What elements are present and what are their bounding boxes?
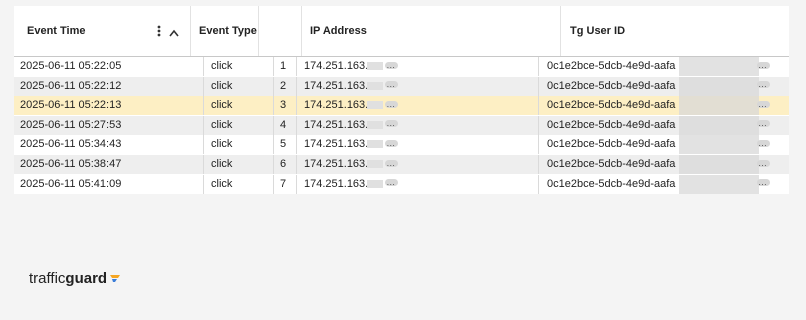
redacted-ip-block — [367, 140, 384, 149]
more-icon[interactable] — [757, 95, 770, 114]
cell-event-type: click — [211, 99, 233, 112]
cell-user-id-more — [755, 95, 770, 115]
cell-user-id-more — [755, 56, 770, 76]
cell-user-id-more — [755, 173, 770, 194]
cell-event-time: 2025-06-11 05:38:47 — [20, 158, 122, 170]
table-row[interactable]: 2025-06-11 05:38:47 click 6 174.251.163. 0c1… — [14, 154, 789, 174]
table-row[interactable]: 2025-06-11 05:34:43 click 5 174.251.163. 0c1… — [14, 134, 789, 155]
ip-text: 174.251.163. — [304, 118, 369, 131]
more-icon[interactable] — [757, 114, 770, 133]
logo-text-light: traffic — [29, 270, 66, 287]
cell-tg-user-id: 0c1e2bce-5dcb-4e9d-aafa — [547, 138, 676, 151]
sort-ascending-icon[interactable] — [169, 24, 179, 42]
cell-ip-address: 174.251.163. — [304, 114, 399, 135]
table-header: Event Time Event Type IP Address Tg User… — [14, 6, 789, 57]
cell-event-type: click — [211, 79, 233, 92]
more-icon[interactable] — [385, 154, 399, 173]
more-icon[interactable] — [757, 173, 770, 192]
more-icon[interactable] — [385, 56, 399, 75]
ip-text: 174.251.163. — [304, 99, 369, 112]
cell-ip-address: 174.251.163. — [304, 56, 399, 76]
cell-event-time: 2025-06-11 05:41:09 — [20, 177, 122, 190]
cell-row-number: 2 — [280, 79, 287, 92]
redacted-ip-block — [367, 101, 384, 110]
table-row[interactable]: 2025-06-11 05:27:53 click 4 174.251.163. 0c1… — [14, 114, 789, 135]
kebab-menu-icon[interactable] — [157, 24, 161, 42]
ip-text: 174.251.163. — [304, 138, 369, 151]
cell-row-number: 1 — [280, 60, 287, 72]
cell-event-type: click — [211, 60, 233, 72]
results-table: Event Time Event Type IP Address Tg User… — [14, 6, 789, 194]
more-icon[interactable] — [385, 114, 399, 133]
redacted-user-id-block — [679, 115, 759, 135]
cell-row-number: 3 — [280, 99, 287, 112]
cell-event-type: click — [211, 118, 233, 131]
cell-ip-address: 174.251.163. — [304, 154, 399, 174]
cell-ip-address: 174.251.163. — [304, 173, 399, 194]
cell-user-id-more — [755, 154, 770, 174]
redacted-ip-block — [367, 120, 384, 129]
cell-user-id-more — [755, 75, 770, 96]
redacted-ip-block — [367, 160, 384, 169]
ip-text: 174.251.163. — [304, 177, 369, 190]
cell-user-id-more — [755, 134, 770, 154]
redacted-user-id-block — [679, 96, 759, 116]
more-icon[interactable] — [385, 134, 399, 153]
column-header-tg-user-id[interactable]: Tg User ID — [570, 6, 625, 56]
more-icon[interactable] — [757, 154, 770, 173]
column-header-event-time[interactable]: Event Time — [27, 6, 86, 56]
cell-ip-address: 174.251.163. — [304, 75, 399, 96]
cell-event-type: click — [211, 138, 233, 151]
cell-tg-user-id: 0c1e2bce-5dcb-4e9d-aafa — [547, 60, 676, 72]
cell-event-time: 2025-06-11 05:34:43 — [20, 138, 122, 151]
trafficguard-logo: traffic guard — [29, 270, 121, 287]
cell-user-id-more — [755, 114, 770, 135]
table-row[interactable]: 2025-06-11 05:22:12 click 2 174.251.163. 0c1… — [14, 75, 789, 96]
redacted-user-id-block — [679, 57, 759, 76]
cell-event-time: 2025-06-11 05:27:53 — [20, 118, 122, 131]
table-row[interactable]: 2025-06-11 05:22:05 click 1 174.251.163. 0c1… — [14, 56, 789, 76]
cell-row-number: 6 — [280, 158, 287, 170]
table-row[interactable]: 2025-06-11 05:22:13 click 3 174.251.163. 0c1… — [14, 95, 789, 116]
more-icon[interactable] — [757, 134, 770, 153]
cell-row-number: 4 — [280, 118, 287, 131]
column-header-event-type[interactable]: Event Type — [199, 6, 257, 56]
logo-text-bold: guard — [65, 270, 108, 287]
cell-ip-address: 174.251.163. — [304, 95, 399, 115]
redacted-ip-block — [367, 62, 384, 71]
ip-text: 174.251.163. — [304, 60, 369, 72]
cell-event-type: click — [211, 177, 233, 190]
cell-row-number: 7 — [280, 177, 287, 190]
redacted-ip-block — [367, 179, 384, 188]
redacted-user-id-block — [679, 76, 759, 96]
column-header-ip-address[interactable]: IP Address — [310, 6, 367, 56]
cell-row-number: 5 — [280, 138, 287, 151]
trafficguard-mark-icon — [110, 274, 121, 282]
cell-tg-user-id: 0c1e2bce-5dcb-4e9d-aafa — [547, 79, 676, 92]
cell-event-time: 2025-06-11 05:22:12 — [20, 79, 122, 92]
redacted-ip-block — [367, 81, 384, 90]
table-row[interactable]: 2025-06-11 05:41:09 click 7 174.251.163. 0c1… — [14, 173, 789, 194]
redacted-user-id-block — [679, 155, 759, 174]
ip-text: 174.251.163. — [304, 158, 369, 170]
more-icon[interactable] — [757, 75, 770, 94]
more-icon[interactable] — [385, 173, 399, 192]
cell-event-time: 2025-06-11 05:22:05 — [20, 60, 122, 72]
more-icon[interactable] — [385, 95, 399, 114]
redacted-user-id-block — [679, 135, 759, 155]
cell-tg-user-id: 0c1e2bce-5dcb-4e9d-aafa — [547, 118, 676, 131]
cell-event-type: click — [211, 158, 233, 170]
cell-tg-user-id: 0c1e2bce-5dcb-4e9d-aafa — [547, 158, 676, 170]
cell-tg-user-id: 0c1e2bce-5dcb-4e9d-aafa — [547, 177, 676, 190]
cell-event-time: 2025-06-11 05:22:13 — [20, 99, 122, 112]
more-icon[interactable] — [757, 56, 770, 75]
cell-tg-user-id: 0c1e2bce-5dcb-4e9d-aafa — [547, 99, 676, 112]
redacted-user-id-block — [679, 174, 759, 194]
ip-text: 174.251.163. — [304, 79, 369, 92]
cell-ip-address: 174.251.163. — [304, 134, 399, 154]
more-icon[interactable] — [385, 75, 399, 94]
